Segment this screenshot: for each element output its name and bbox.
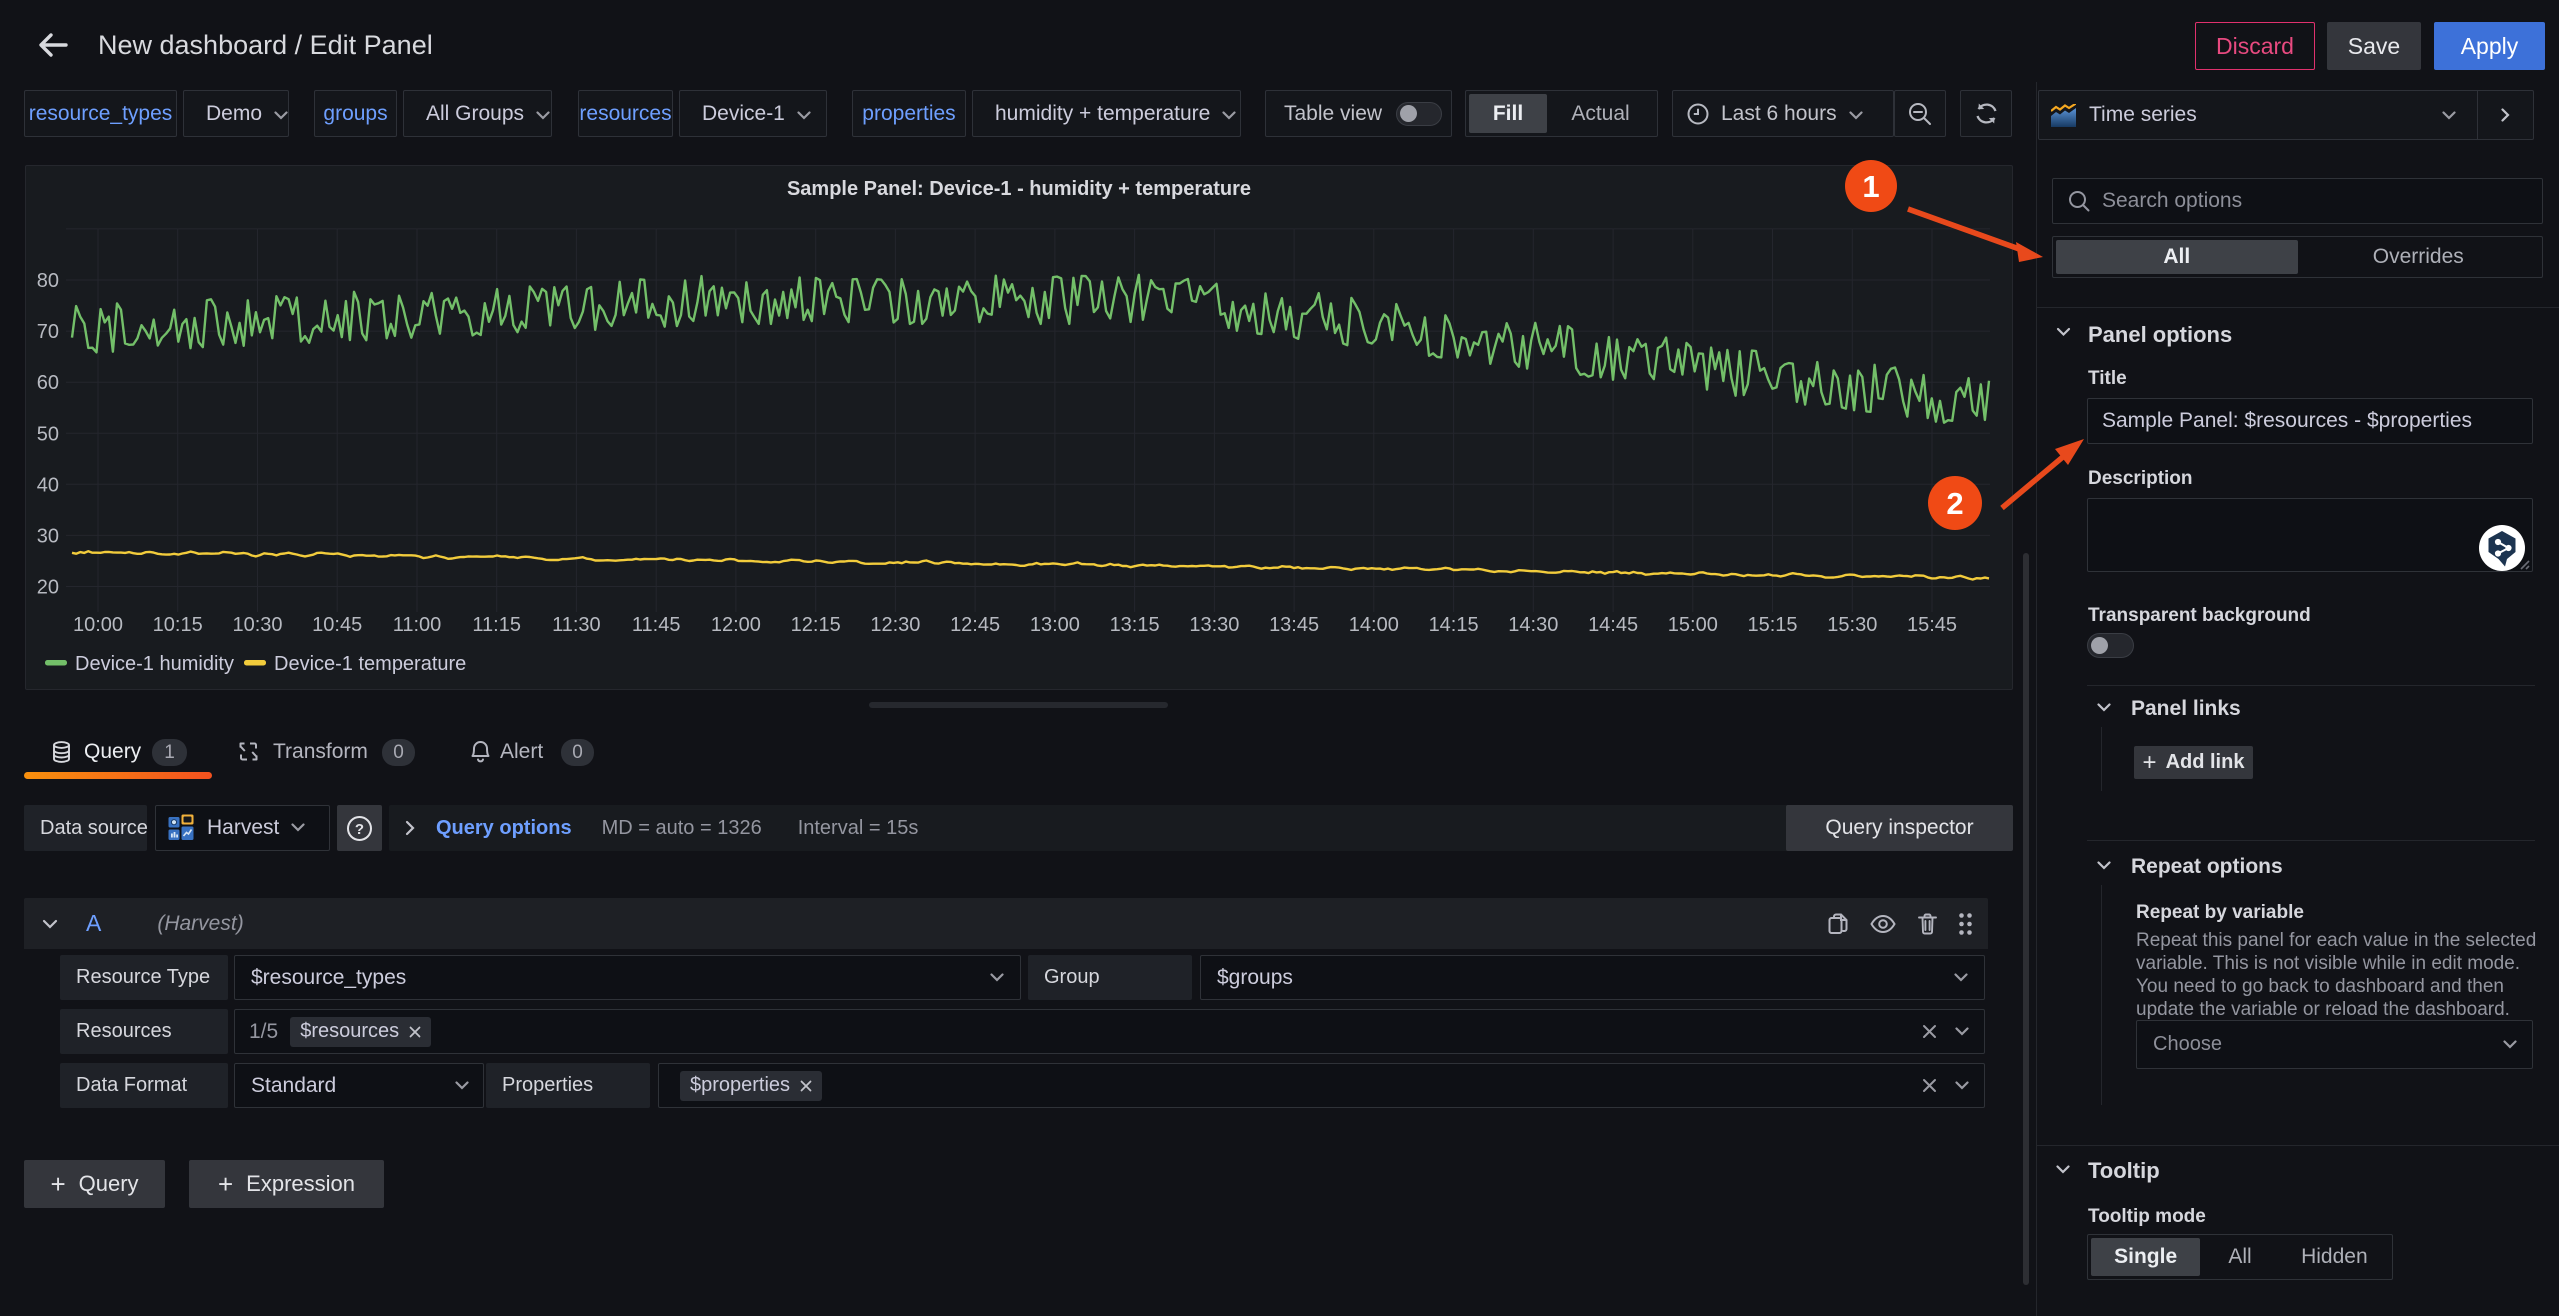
svg-text:2: 2 (1946, 486, 1963, 521)
svg-text:1: 1 (1862, 169, 1879, 204)
